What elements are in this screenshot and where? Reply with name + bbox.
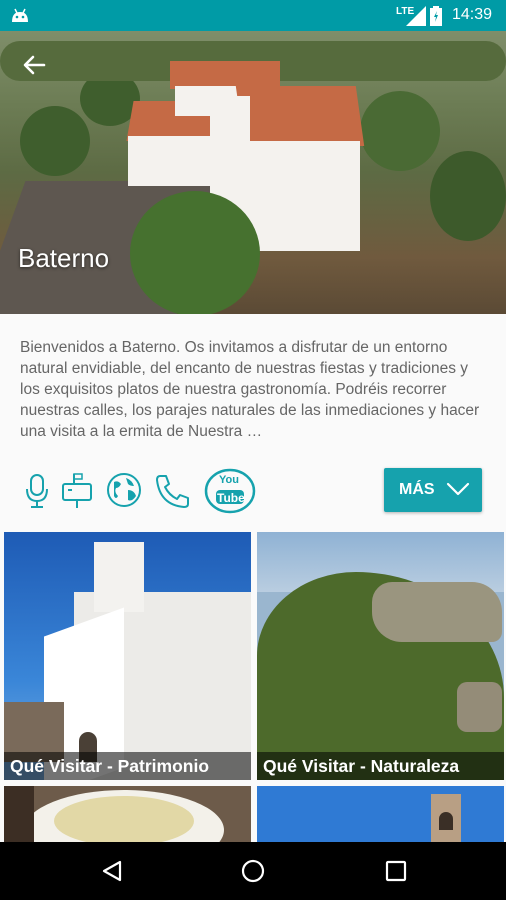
tree	[360, 91, 440, 171]
tile-naturaleza[interactable]: Qué Visitar - Naturaleza	[257, 532, 504, 780]
signal-icon	[406, 6, 426, 26]
church-roof	[170, 61, 280, 89]
more-button-label: MÁS	[399, 481, 435, 498]
status-bar: LTE 14:39	[0, 0, 506, 31]
recents-nav-icon[interactable]	[384, 859, 408, 883]
phone-icon[interactable]	[154, 472, 192, 510]
tile-gastronomia[interactable]	[4, 786, 251, 842]
back-nav-icon[interactable]	[100, 859, 124, 883]
globe-icon[interactable]	[106, 472, 142, 508]
back-arrow-icon[interactable]	[20, 51, 48, 79]
tile-tower[interactable]	[257, 786, 504, 842]
tree	[130, 191, 260, 314]
description-text: Bienvenidos a Baterno. Os invitamos a di…	[20, 339, 480, 440]
chevron-down-icon	[446, 482, 470, 496]
clock: 14:39	[452, 6, 493, 23]
page-title: Baterno	[18, 243, 110, 273]
navigation-bar	[0, 842, 506, 900]
rock-cliff	[372, 582, 502, 642]
tile-label: Qué Visitar - Naturaleza	[257, 752, 504, 780]
food	[54, 796, 194, 842]
tile-patrimonio[interactable]: Qué Visitar - Patrimonio	[4, 532, 251, 780]
bell-tower	[94, 542, 144, 612]
youtube-label-you: You	[219, 474, 239, 486]
home-nav-icon[interactable]	[241, 859, 265, 883]
bell-opening	[439, 812, 453, 830]
microphone-icon[interactable]	[24, 473, 50, 509]
church-roof	[235, 86, 365, 146]
mailbox-icon[interactable]	[60, 472, 94, 510]
tile-label: Qué Visitar - Patrimonio	[4, 752, 251, 780]
youtube-label-tube: Tube	[217, 491, 245, 505]
battery-icon	[430, 6, 442, 26]
more-button[interactable]: MÁS	[384, 468, 482, 512]
tree	[20, 106, 90, 176]
rock	[457, 682, 502, 732]
table-edge	[4, 786, 34, 842]
church-wall	[250, 141, 360, 251]
hero-image: Baterno	[0, 31, 506, 314]
android-icon	[12, 8, 28, 22]
tree	[430, 151, 506, 241]
